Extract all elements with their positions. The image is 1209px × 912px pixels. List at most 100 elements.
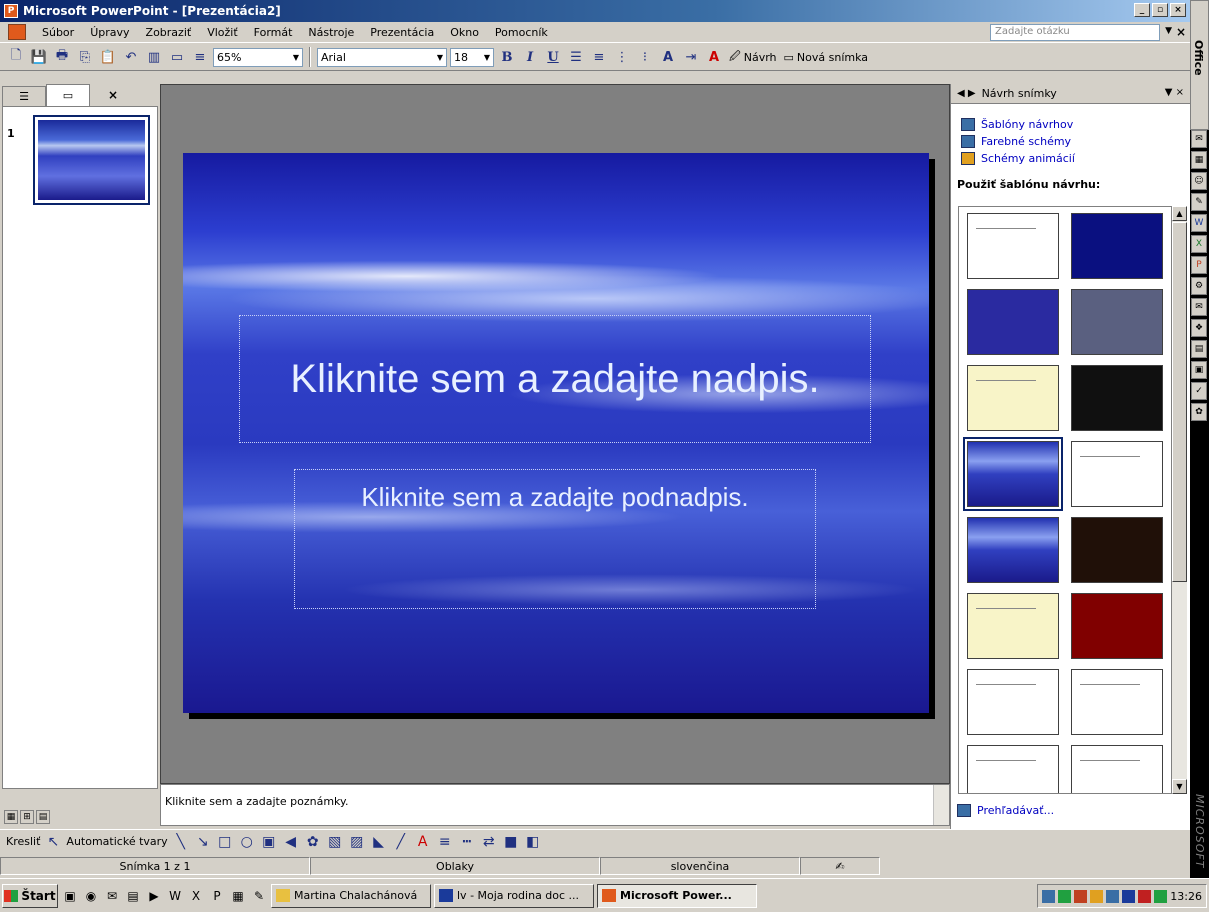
design-button[interactable]: 🖉 Návrh [727,48,779,67]
media-icon[interactable]: ▶ [145,887,163,905]
gallery-scrollbar[interactable]: ▲ ▼ [1171,206,1187,794]
arrow-style-icon[interactable]: ⇄ [480,834,498,850]
task-folder[interactable]: Martina Chalachánová [271,883,431,908]
spelling-icon[interactable]: ✍ [800,857,880,875]
menu-help[interactable]: Pomocník [487,26,556,39]
design-template[interactable] [967,289,1059,355]
design-template[interactable] [1071,365,1163,431]
design-template[interactable] [1071,745,1163,793]
mail-icon[interactable]: ✉ [103,887,121,905]
clipart-icon[interactable]: ▧ [326,834,344,850]
desktop-icon[interactable]: ▣ [61,887,79,905]
tasks-icon[interactable]: ✓ [1191,382,1207,400]
paint-icon[interactable]: ✎ [250,887,268,905]
close-button[interactable]: × [1170,3,1186,17]
scroll-thumb[interactable] [1172,222,1187,582]
minimize-button[interactable]: _ [1134,3,1150,17]
menu-insert[interactable]: Vložiť [199,26,245,39]
document-close-icon[interactable]: × [1176,25,1186,39]
excel-quicklaunch-icon[interactable]: X [187,887,205,905]
notes-pane[interactable]: Kliknite sem a zadajte poznámky. [160,784,950,826]
design-template[interactable] [967,365,1059,431]
design-template[interactable] [1071,441,1163,507]
powerpoint-app-icon[interactable]: P [4,4,18,18]
calc-icon[interactable]: ▦ [229,887,247,905]
scroll-up-icon[interactable]: ▲ [1172,206,1187,221]
menu-window[interactable]: Okno [442,26,487,39]
dash-style-icon[interactable]: ┅ [458,834,476,850]
maximize-button[interactable]: ▫ [1152,3,1168,17]
design-template[interactable] [1071,213,1163,279]
font-color-draw-icon[interactable]: A [414,834,432,850]
line-style-icon[interactable]: ≡ [436,834,454,850]
align-center-icon[interactable]: ≡ [589,47,609,67]
slide-thumbnail[interactable] [33,115,150,205]
shadow-icon[interactable]: ■ [502,834,520,850]
new-slide-button[interactable]: ▭ Nová snímka [782,51,871,64]
chevron-down-icon[interactable]: ▼ [1165,26,1172,36]
scroll-down-icon[interactable]: ▼ [1172,779,1187,794]
menu-file[interactable]: Súbor [34,26,82,39]
undo-icon[interactable]: ↶ [121,47,141,67]
word-icon[interactable]: W [1191,214,1207,232]
copy-icon[interactable]: ⎘ [75,47,95,67]
word-quicklaunch-icon[interactable]: W [166,887,184,905]
menu-slideshow[interactable]: Prezentácia [362,26,442,39]
access-icon[interactable]: ⚙ [1191,277,1207,295]
tray-icon[interactable] [1106,889,1120,903]
start-button[interactable]: Štart [2,883,58,908]
powerpoint-quicklaunch-icon[interactable]: P [208,887,226,905]
outlook-icon[interactable]: ✉ [1191,130,1207,148]
paste-icon[interactable]: 📋 [98,47,118,67]
slide-sorter-icon[interactable]: ⊞ [20,810,34,824]
insert-table-icon[interactable]: ▭ [167,47,187,67]
powerpoint-icon[interactable]: P [1191,256,1207,274]
wordart-icon[interactable]: ◀ [282,834,300,850]
browser-icon[interactable]: ◉ [82,887,100,905]
link-animation-schemes[interactable]: Schémy animácií [961,150,1190,166]
menu-format[interactable]: Formát [246,26,301,39]
note-icon[interactable]: ✎ [1191,193,1207,211]
design-template[interactable] [967,669,1059,735]
title-placeholder[interactable]: Kliknite sem a zadajte nadpis. [239,315,871,443]
insert-chart-icon[interactable]: ▥ [144,47,164,67]
diagram-icon[interactable]: ✿ [304,834,322,850]
menu-edit[interactable]: Úpravy [82,26,137,39]
contact-icon[interactable]: ☺ [1191,172,1207,190]
task-powerpoint[interactable]: Microsoft Power... [597,883,757,908]
save-icon[interactable]: 💾 [29,47,49,67]
calendar-icon[interactable]: ▦ [1191,151,1207,169]
task-word-document[interactable]: lv - Moja rodina doc ... [434,883,594,908]
menu-view[interactable]: Zobraziť [138,26,200,39]
bold-button[interactable]: B [497,47,517,67]
design-template-selected[interactable] [963,437,1063,511]
new-document-icon[interactable]: 🗋 [6,47,26,67]
autoshapes-menu[interactable]: Automatické tvary [66,835,167,848]
tray-icon[interactable] [1042,889,1056,903]
textbox-icon[interactable]: ▣ [260,834,278,850]
align-left-icon[interactable]: ☰ [566,47,586,67]
font-size-select[interactable]: 18 ▼ [450,47,494,67]
document-icon[interactable] [8,24,26,40]
line-icon[interactable]: ╲ [172,834,190,850]
design-template[interactable] [1071,593,1163,659]
tray-icon[interactable] [1154,889,1168,903]
journal-icon[interactable]: ▤ [1191,340,1207,358]
fill-color-icon[interactable]: ◣ [370,834,388,850]
print-icon[interactable]: 🖶 [52,47,72,67]
tray-icon[interactable] [1090,889,1104,903]
bullets-icon[interactable]: ⁝ [635,47,655,67]
slideshow-icon[interactable]: ▤ [36,810,50,824]
back-forward-icon[interactable]: ◀ ▶ [957,88,976,99]
line-color-icon[interactable]: ╱ [392,834,410,850]
design-template[interactable] [967,745,1059,793]
tab-slides[interactable]: ▭ [46,84,90,106]
design-template[interactable] [1071,289,1163,355]
design-template[interactable] [967,517,1059,583]
zoom-select[interactable]: 65% ▼ [213,47,303,67]
oval-icon[interactable]: ○ [238,834,256,850]
clipart-icon[interactable]: ✿ [1191,403,1207,421]
mail-icon[interactable]: ✉ [1191,298,1207,316]
bookshelf-icon[interactable]: ❖ [1191,319,1207,337]
normal-view-icon[interactable]: ▦ [4,810,18,824]
